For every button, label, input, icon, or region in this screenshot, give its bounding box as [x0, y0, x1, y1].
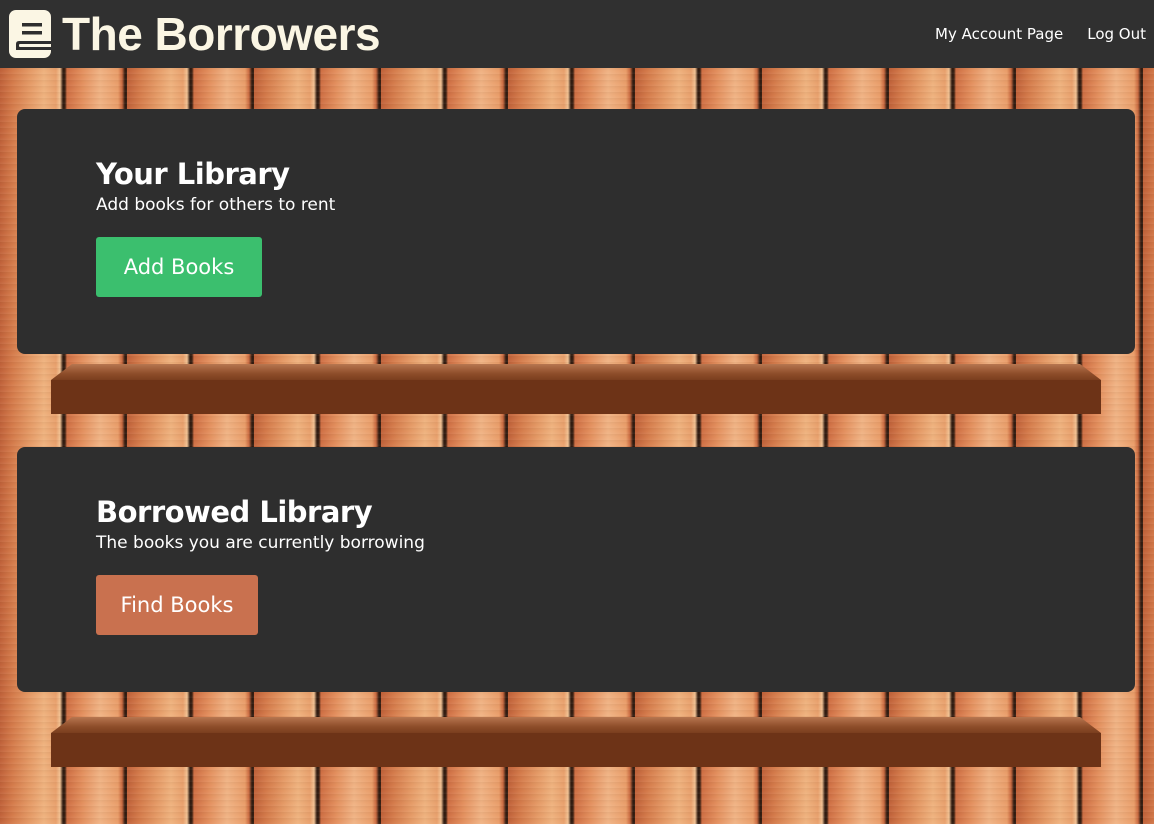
shelf-1: [51, 364, 1101, 414]
borrowed-library-subtitle: The books you are currently borrowing: [96, 533, 425, 553]
shelf-1-top: [51, 364, 1101, 380]
book-icon: [9, 10, 51, 58]
log-out-link[interactable]: Log Out: [1087, 25, 1146, 43]
shelf-2-front: [51, 733, 1101, 767]
borrowed-library-card: Borrowed Library The books you are curre…: [17, 447, 1135, 692]
app-title: The Borrowers: [62, 8, 381, 60]
top-navbar: The Borrowers My Account Page Log Out: [0, 0, 1154, 68]
my-account-link[interactable]: My Account Page: [935, 25, 1063, 43]
borrowed-library-title: Borrowed Library: [96, 495, 373, 529]
shelf-1-front: [51, 380, 1101, 414]
shelf-2-top: [51, 717, 1101, 733]
your-library-subtitle: Add books for others to rent: [96, 195, 336, 215]
add-books-button[interactable]: Add Books: [96, 237, 262, 297]
your-library-title: Your Library: [96, 157, 290, 191]
shelf-2: [51, 717, 1101, 767]
brand[interactable]: The Borrowers: [0, 7, 381, 61]
your-library-card: Your Library Add books for others to ren…: [17, 109, 1135, 354]
nav-links: My Account Page Log Out: [911, 25, 1154, 43]
find-books-button[interactable]: Find Books: [96, 575, 258, 635]
